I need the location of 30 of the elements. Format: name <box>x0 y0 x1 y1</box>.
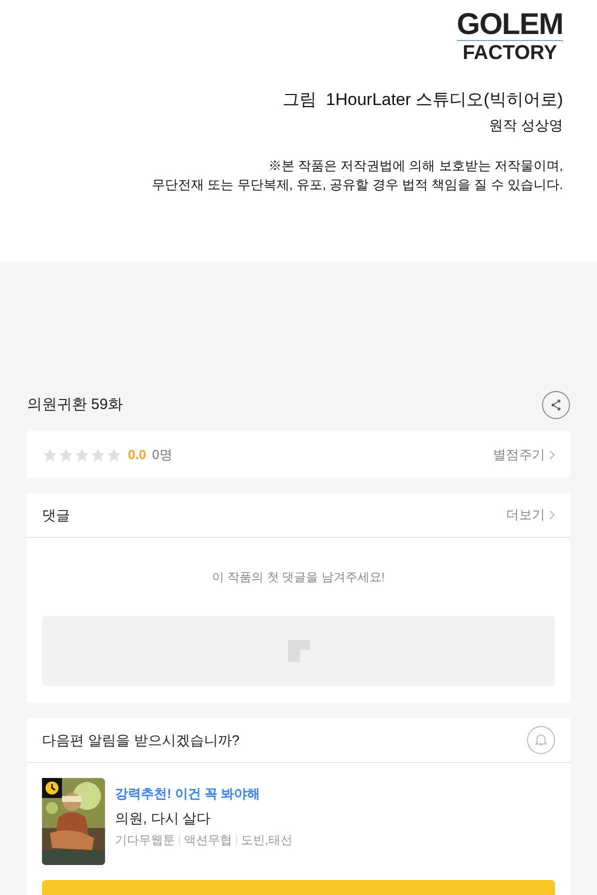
notification-question: 다음편 알림을 받으시겠습니까? <box>42 730 240 750</box>
rating-count: 0명 <box>152 446 172 464</box>
genre-tag: 기다무웹툰 <box>115 830 175 848</box>
rate-link[interactable]: 별점주기 <box>493 444 555 464</box>
logo: GOLEM FACTORY <box>456 10 563 63</box>
star-icon <box>74 446 90 462</box>
chevron-right-icon <box>549 450 555 460</box>
share-button[interactable] <box>542 391 570 419</box>
genre-tag: 액션무협 <box>184 830 232 848</box>
bell-icon <box>534 733 548 747</box>
star-icon <box>42 446 58 462</box>
star-icon <box>58 446 74 462</box>
empty-comments-message: 이 작품의 첫 댓글을 남겨주세요! <box>212 569 385 586</box>
notification-button[interactable] <box>527 726 555 754</box>
comments-title: 댓글 <box>42 506 70 524</box>
chevron-right-icon <box>549 510 555 520</box>
genre-tag: 도빈,태선 <box>241 830 292 848</box>
star-icon <box>106 446 122 462</box>
rating-score: 0.0 <box>128 446 146 464</box>
more-link[interactable]: 더보기 <box>506 505 555 525</box>
recommended-title[interactable]: 의원, 다시 살다 <box>115 808 292 828</box>
copyright-notice: ※본 작품은 저작권법에 의해 보호받는 저작물이며, <box>268 156 563 174</box>
recommendation-tagline: 강력추천! 이건 꼭 봐야해 <box>115 785 262 803</box>
episode-title: 의원귀환 59화 <box>27 394 123 415</box>
clock-icon <box>42 778 62 798</box>
art-credit: 그림 1HourLater 스튜디오(빅히어로) <box>282 89 563 111</box>
copyright-notice: 무단전재 또는 무단복제, 유포, 공유할 경우 법적 책임을 질 수 있습니다. <box>152 176 563 194</box>
original-credit: 원작 성상영 <box>489 116 563 134</box>
star-icon <box>90 446 106 462</box>
share-icon <box>550 399 562 411</box>
